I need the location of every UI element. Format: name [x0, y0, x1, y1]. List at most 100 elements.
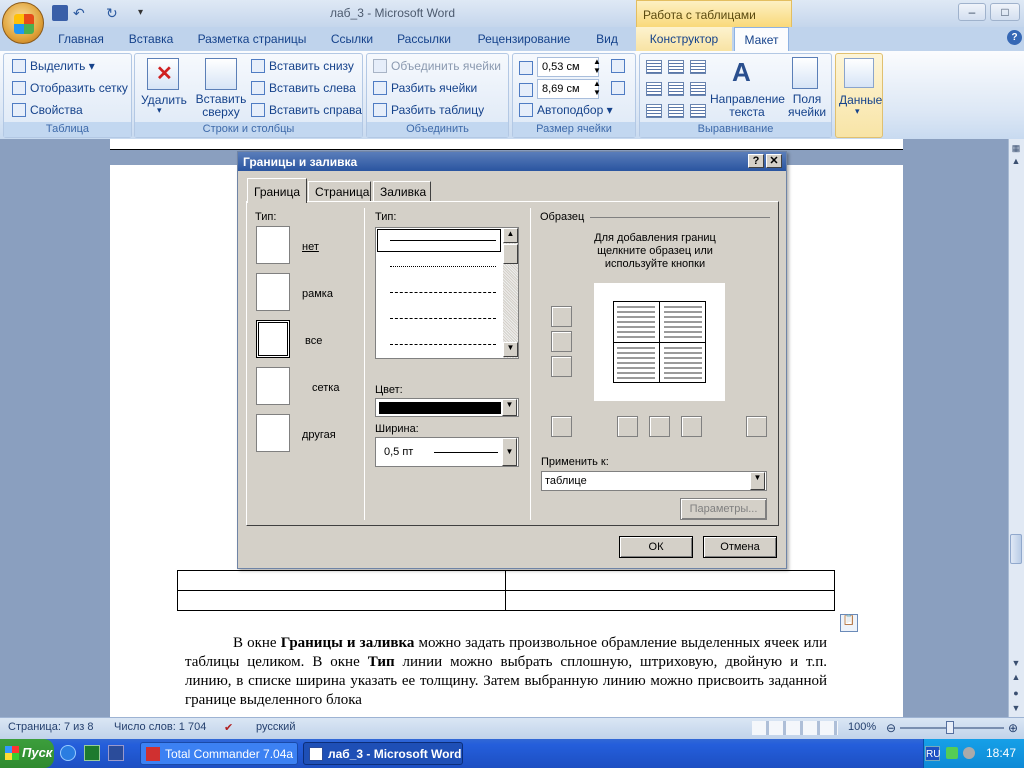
paste-options-icon[interactable]: 📋 [840, 614, 858, 632]
table-cell[interactable] [505, 570, 835, 591]
tray-icon-1[interactable] [946, 747, 958, 759]
tab-view[interactable]: Вид [590, 27, 624, 51]
line-dash-dot[interactable] [390, 344, 496, 345]
scroll-thumb[interactable] [1010, 534, 1022, 564]
save-icon[interactable] [52, 5, 68, 21]
insert-left-button[interactable]: Вставить слева [251, 81, 356, 95]
ok-button[interactable]: ОК [619, 536, 693, 558]
border-inside-vertical-button[interactable] [649, 416, 670, 437]
next-page-icon[interactable]: ▼ [1009, 701, 1023, 715]
border-right-button[interactable] [681, 416, 702, 437]
align-bottom-right-icon[interactable] [690, 104, 706, 118]
excel-icon[interactable] [84, 745, 100, 761]
tab-home[interactable]: Главная [52, 27, 110, 51]
preset-custom-icon[interactable] [256, 414, 290, 452]
insert-below-button[interactable]: Вставить снизу [251, 59, 354, 73]
word-quick-icon[interactable] [108, 745, 124, 761]
preset-all-label[interactable]: все [305, 335, 322, 347]
select-button[interactable]: Выделить ▾ [12, 59, 95, 73]
tab-borders[interactable]: Граница [247, 178, 307, 203]
tab-insert[interactable]: Вставка [122, 27, 180, 51]
line-dotted[interactable] [390, 266, 496, 267]
align-top-left-icon[interactable] [646, 60, 662, 74]
line-dashed[interactable] [390, 292, 496, 293]
insert-above-button[interactable]: Вставить сверху [195, 93, 247, 119]
tab-references[interactable]: Ссылки [326, 27, 378, 51]
browse-object-icon[interactable]: ● [1009, 686, 1023, 700]
show-grid-button[interactable]: Отобразить сетку [12, 81, 128, 95]
align-top-center-icon[interactable] [668, 60, 684, 74]
align-middle-right-icon[interactable] [690, 82, 706, 96]
line-dash-long[interactable] [390, 318, 496, 319]
scroll-down-icon[interactable]: ▼ [1009, 656, 1023, 670]
split-cells-button[interactable]: Разбить ячейки [373, 81, 477, 95]
dialog-help-button[interactable]: ? [748, 154, 764, 168]
align-bottom-center-icon[interactable] [668, 104, 684, 118]
tab-page-layout[interactable]: Разметка страницы [192, 27, 312, 51]
ie-icon[interactable] [60, 745, 76, 761]
width-dropdown-icon[interactable]: ▼ [502, 438, 517, 466]
preset-grid-label[interactable]: сетка [312, 382, 339, 394]
table-cell[interactable] [177, 590, 506, 611]
minimize-button[interactable]: – [958, 3, 986, 21]
view-buttons[interactable] [752, 721, 838, 735]
zoom-slider-thumb[interactable] [946, 721, 954, 734]
preset-box-icon[interactable] [256, 273, 290, 311]
insert-right-button[interactable]: Вставить справа [251, 103, 362, 117]
distribute-columns-icon[interactable] [611, 81, 625, 95]
border-inside-horizontal-button[interactable] [551, 331, 572, 352]
preset-custom-label[interactable]: другая [302, 429, 336, 441]
zoom-out-icon[interactable]: ⊖ [886, 721, 896, 735]
preset-box-label[interactable]: рамка [302, 288, 333, 300]
align-middle-left-icon[interactable] [646, 82, 662, 96]
properties-button[interactable]: Свойства [12, 103, 83, 117]
qat-dropdown-icon[interactable]: ▾ [138, 5, 154, 21]
border-left-button[interactable] [617, 416, 638, 437]
tray-icon-2[interactable] [963, 747, 975, 759]
taskbar-total-commander[interactable]: Total Commander 7.04a ... [140, 742, 298, 765]
options-button[interactable]: Параметры... [680, 498, 767, 520]
help-icon[interactable]: ? [1007, 30, 1022, 45]
vertical-scrollbar[interactable] [1008, 139, 1024, 717]
tab-page-border[interactable]: Страница [308, 181, 371, 202]
style-scroll-up-icon[interactable]: ▲ [503, 228, 518, 243]
delete-button[interactable]: Удалить [141, 93, 187, 107]
table-cell[interactable] [177, 570, 506, 591]
zoom-level[interactable]: 100% [848, 721, 876, 733]
align-middle-center-icon[interactable] [668, 82, 684, 96]
row-height-field[interactable]: 0,53 см [537, 57, 599, 77]
redo-icon[interactable]: ↻ [106, 5, 122, 21]
cancel-button[interactable]: Отмена [703, 536, 777, 558]
preset-none-label[interactable]: нет [302, 241, 319, 253]
ruler-toggle-icon[interactable]: ▦ [1009, 141, 1023, 155]
row-height-spinner-icon[interactable]: ▲ ▼ [593, 57, 601, 75]
merge-cells-button[interactable]: Объединить ячейки [373, 59, 501, 73]
office-button[interactable] [2, 2, 44, 44]
scroll-up-icon[interactable]: ▲ [1009, 154, 1023, 168]
table-cell[interactable] [505, 590, 835, 611]
dialog-close-button[interactable]: ✕ [766, 154, 782, 168]
line-solid[interactable] [390, 240, 496, 241]
word-count[interactable]: Число слов: 1 704 [114, 721, 206, 733]
tab-review[interactable]: Рецензирование [472, 27, 576, 51]
align-bottom-left-icon[interactable] [646, 104, 662, 118]
data-button[interactable]: Данные [839, 93, 882, 107]
clock[interactable]: 18:47 [986, 746, 1016, 760]
col-width-field[interactable]: 8,69 см [537, 79, 599, 99]
border-diagonal-up-button[interactable] [551, 416, 572, 437]
taskbar-word[interactable]: лаб_3 - Microsoft Word [303, 742, 463, 765]
cell-margins-button[interactable]: Поля ячейки [786, 93, 828, 119]
align-top-right-icon[interactable] [690, 60, 706, 74]
prev-page-icon[interactable]: ▲ [1009, 670, 1023, 684]
border-bottom-button[interactable] [551, 356, 572, 377]
preview-inner-horizontal[interactable] [613, 342, 706, 343]
preset-grid-icon[interactable] [256, 367, 290, 405]
border-diagonal-down-button[interactable] [746, 416, 767, 437]
preset-none-icon[interactable] [256, 226, 290, 264]
proofing-icon[interactable]: ✔ [224, 721, 233, 734]
color-dropdown-icon[interactable]: ▼ [502, 399, 517, 416]
text-direction-button[interactable]: Направление текста [710, 93, 785, 119]
page-indicator[interactable]: Страница: 7 из 8 [8, 721, 94, 733]
apply-to-dropdown-icon[interactable]: ▼ [750, 472, 765, 490]
zoom-in-icon[interactable]: ⊕ [1008, 721, 1018, 735]
